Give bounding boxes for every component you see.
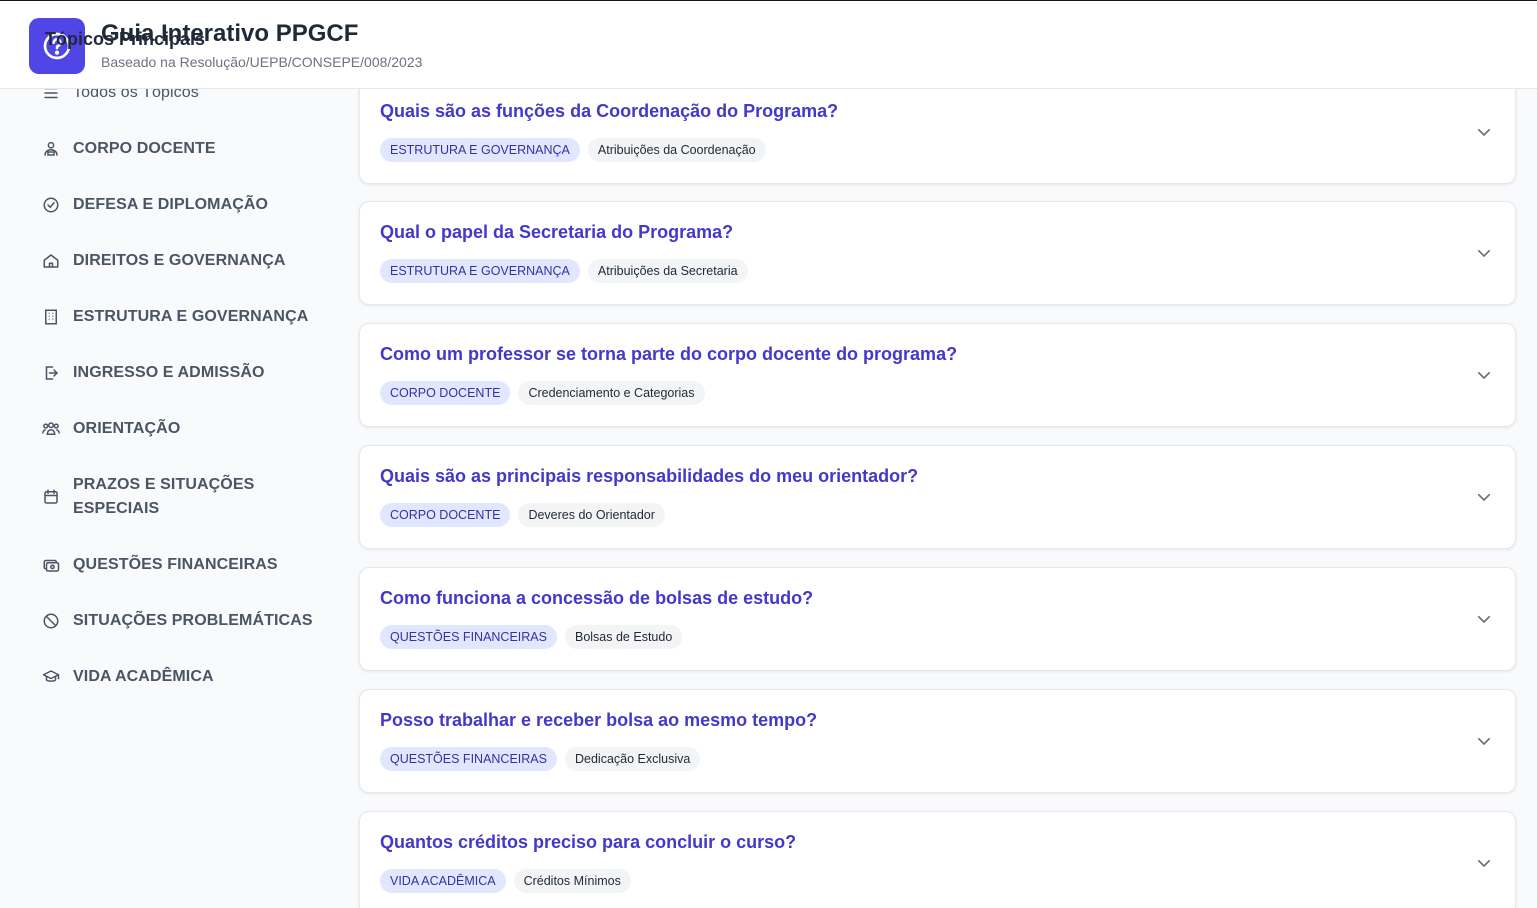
check-circle-icon — [41, 195, 61, 215]
faq-card[interactable]: Como um professor se torna parte do corp… — [359, 323, 1516, 427]
faq-question[interactable]: Qual o papel da Secretaria do Programa? — [380, 222, 733, 243]
sidebar-item-corpo-docente[interactable]: CORPO DOCENTE — [41, 137, 316, 161]
app-subtitle: Baseado na Resolução/UEPB/CONSEPE/008/20… — [101, 54, 423, 70]
building-icon — [41, 307, 61, 327]
chevron-down-icon[interactable] — [1475, 610, 1493, 628]
app-header: Guia Interativo PPGCF Baseado na Resoluç… — [0, 0, 1537, 89]
category-tag: CORPO DOCENTE — [380, 503, 511, 527]
faq-card[interactable]: Quais são as funções da Coordenação do P… — [359, 80, 1516, 184]
sidebar-item-prazos[interactable]: PRAZOS E SITUAÇÕES ESPECIAIS — [41, 473, 316, 521]
subtopic-tag: Créditos Mínimos — [513, 869, 631, 893]
faq-card[interactable]: Quais são as principais responsabilidade… — [359, 445, 1516, 549]
chevron-down-icon[interactable] — [1475, 244, 1493, 262]
faq-question[interactable]: Posso trabalhar e receber bolsa ao mesmo… — [380, 710, 817, 731]
category-tag: CORPO DOCENTE — [380, 381, 511, 405]
faq-question[interactable]: Quais são as principais responsabilidade… — [380, 466, 918, 487]
sidebar-item-direitos[interactable]: DIREITOS E GOVERNANÇA — [41, 249, 316, 273]
faq-card[interactable]: Posso trabalhar e receber bolsa ao mesmo… — [359, 689, 1516, 793]
sidebar-item-vida-academica[interactable]: VIDA ACADÊMICA — [41, 665, 316, 689]
chevron-down-icon[interactable] — [1475, 123, 1493, 141]
subtopic-tag: Bolsas de Estudo — [564, 625, 683, 649]
subtopic-tag: Dedicação Exclusiva — [564, 747, 701, 771]
sidebar-item-defesa[interactable]: DEFESA E DIPLOMAÇÃO — [41, 193, 316, 217]
sidebar-item-label: DIREITOS E GOVERNANÇA — [73, 252, 286, 269]
chevron-down-icon[interactable] — [1475, 366, 1493, 384]
graduation-cap-icon — [41, 667, 61, 687]
subtopic-tag: Credenciamento e Categorias — [518, 381, 705, 405]
login-icon — [41, 363, 61, 383]
user-podium-icon — [41, 139, 61, 159]
sidebar-item-label: CORPO DOCENTE — [73, 140, 216, 157]
money-icon — [41, 555, 61, 575]
faq-question[interactable]: Quantos créditos preciso para concluir o… — [380, 832, 796, 853]
sidebar-item-label: INGRESSO E ADMISSÃO — [73, 364, 265, 381]
sidebar-item-label: ESTRUTURA E GOVERNANÇA — [73, 308, 309, 325]
subtopic-tag: Deveres do Orientador — [518, 503, 665, 527]
users-icon — [41, 419, 61, 439]
faq-question[interactable]: Como funciona a concessão de bolsas de e… — [380, 588, 813, 609]
faq-card[interactable]: Como funciona a concessão de bolsas de e… — [359, 567, 1516, 671]
faq-question[interactable]: Como um professor se torna parte do corp… — [380, 344, 957, 365]
chevron-down-icon[interactable] — [1475, 488, 1493, 506]
faq-question[interactable]: Quais são as funções da Coordenação do P… — [380, 101, 838, 122]
category-tag: QUESTÕES FINANCEIRAS — [380, 625, 557, 649]
category-tag: VIDA ACADÊMICA — [380, 869, 506, 893]
sidebar-item-problematicas[interactable]: SITUAÇÕES PROBLEMÁTICAS — [41, 609, 316, 633]
chevron-down-icon[interactable] — [1475, 854, 1493, 872]
category-tag: ESTRUTURA E GOVERNANÇA — [380, 138, 580, 162]
sidebar-item-label: VIDA ACADÊMICA — [73, 668, 214, 685]
faq-card[interactable]: Qual o papel da Secretaria do Programa? … — [359, 201, 1516, 305]
sidebar-item-label: PRAZOS E SITUAÇÕES ESPECIAIS — [73, 476, 255, 517]
home-icon — [41, 251, 61, 271]
sidebar-heading: Tópicos Principais — [45, 29, 206, 49]
sidebar-item-financeiras[interactable]: QUESTÕES FINANCEIRAS — [41, 553, 316, 577]
sidebar-item-label: ORIENTAÇÃO — [73, 420, 181, 437]
sidebar-item-label: DEFESA E DIPLOMAÇÃO — [73, 196, 269, 213]
chevron-down-icon[interactable] — [1475, 732, 1493, 750]
category-tag: ESTRUTURA E GOVERNANÇA — [380, 259, 580, 283]
sidebar: Todos os Tópicos CORPO DOCENTE DEFESA E … — [0, 84, 340, 908]
ban-icon — [41, 611, 61, 631]
sidebar-item-estrutura[interactable]: ESTRUTURA E GOVERNANÇA — [41, 305, 316, 329]
sidebar-item-ingresso[interactable]: INGRESSO E ADMISSÃO — [41, 361, 316, 385]
sidebar-item-orientacao[interactable]: ORIENTAÇÃO — [41, 417, 316, 441]
subtopic-tag: Atribuições da Secretaria — [587, 259, 748, 283]
sidebar-item-label: QUESTÕES FINANCEIRAS — [73, 556, 278, 573]
subtopic-tag: Atribuições da Coordenação — [587, 138, 766, 162]
category-tag: QUESTÕES FINANCEIRAS — [380, 747, 557, 771]
calendar-icon — [41, 487, 61, 507]
faq-card[interactable]: Quantos créditos preciso para concluir o… — [359, 811, 1516, 908]
sidebar-item-label: SITUAÇÕES PROBLEMÁTICAS — [73, 612, 313, 629]
